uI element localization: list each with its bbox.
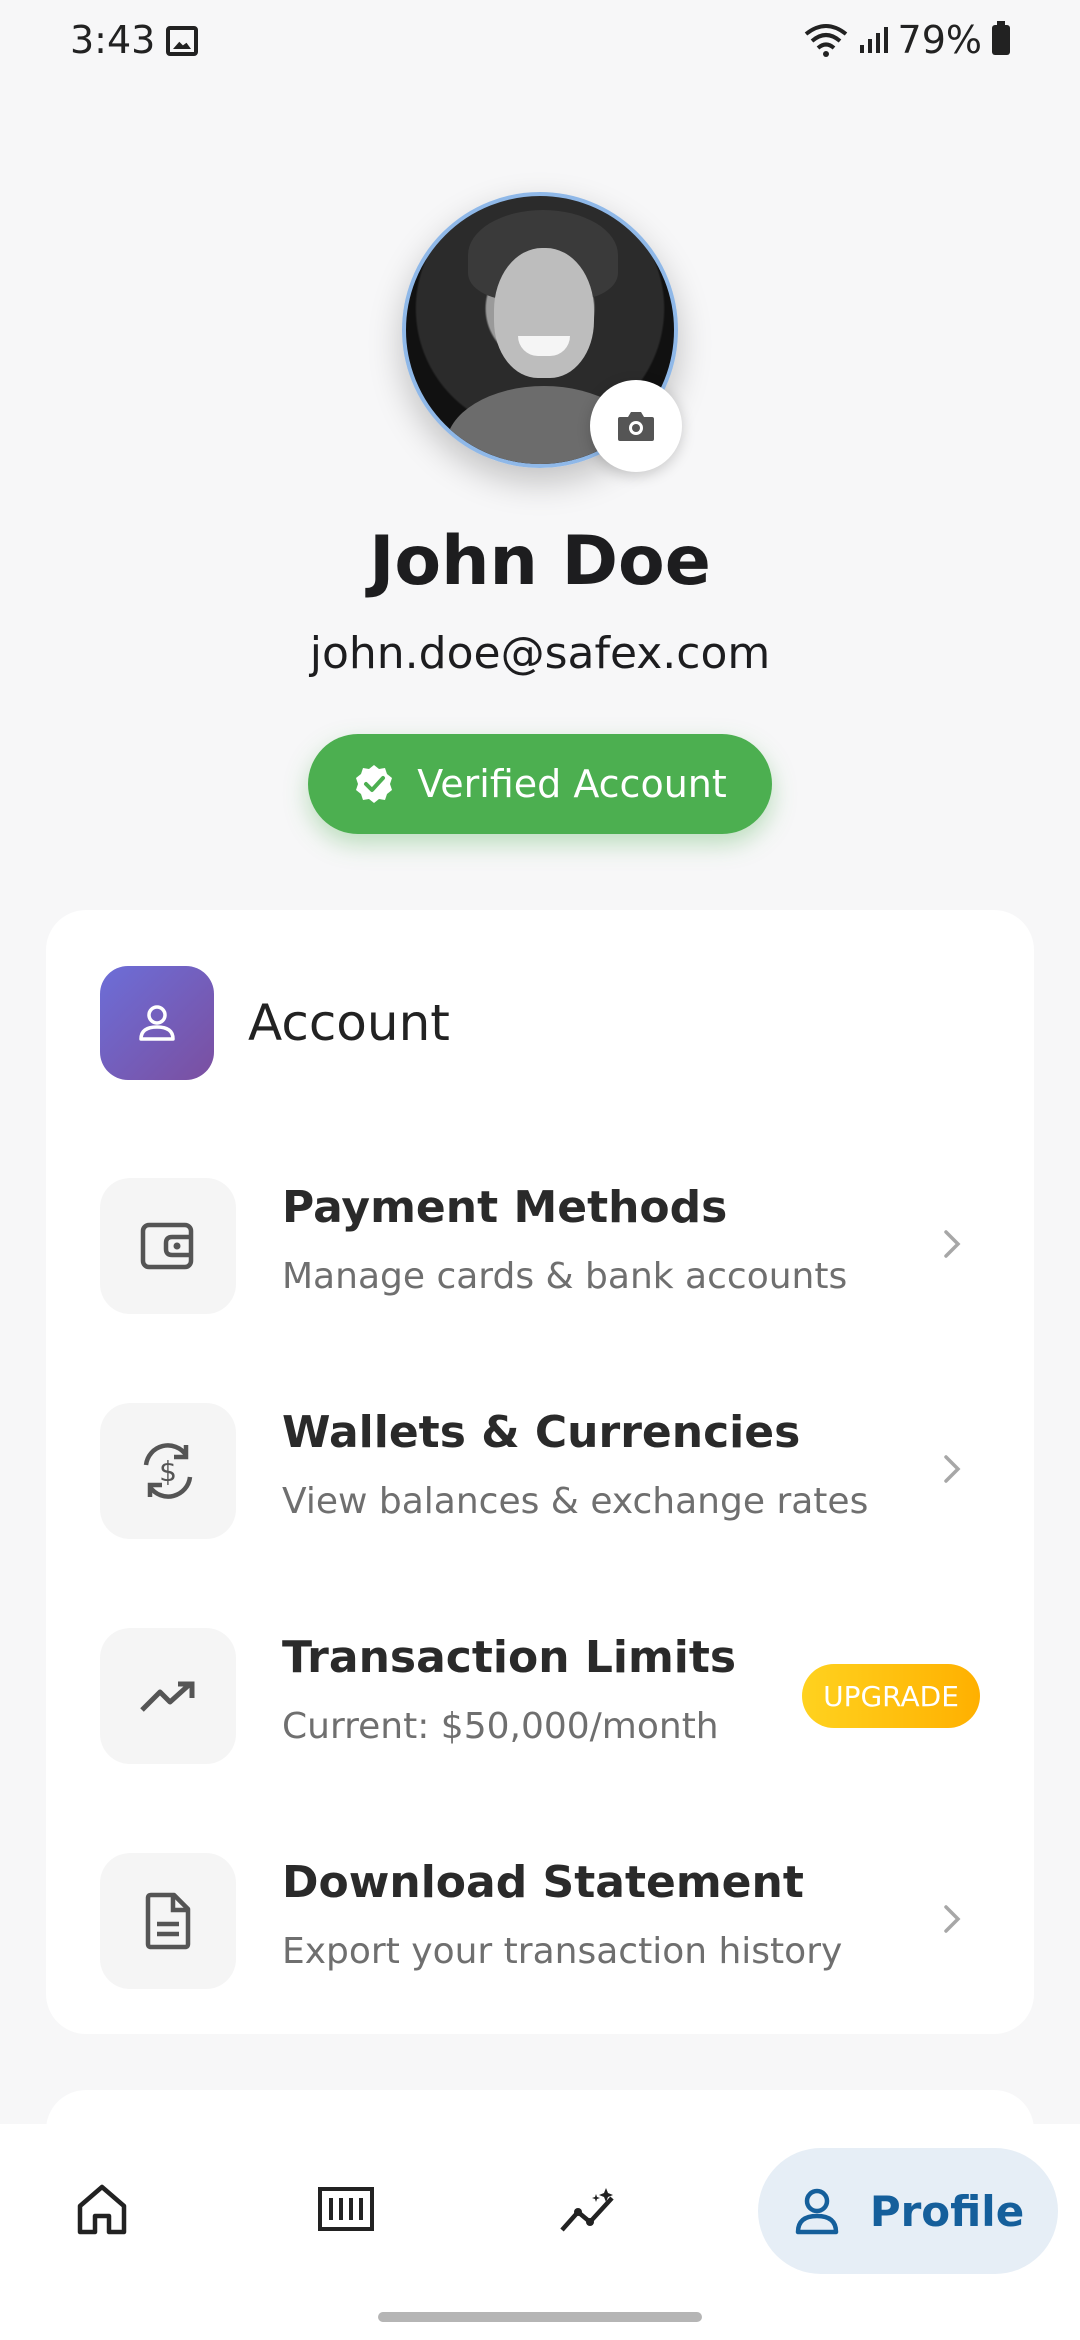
gallery-notification-icon: [166, 26, 198, 56]
nav-home[interactable]: [44, 2146, 160, 2272]
transactions-icon: [318, 2187, 374, 2231]
battery-percent: 79%: [897, 18, 982, 62]
analytics-icon: [560, 2188, 614, 2232]
account-card: Account Payment Methods Manage cards & b…: [46, 910, 1034, 2034]
currency-exchange-icon: $: [143, 1443, 193, 1499]
row-subtitle: Current: $50,000/month: [282, 1706, 719, 1747]
row-title: Download Statement: [282, 1857, 804, 1908]
nav-analytics[interactable]: [532, 2146, 648, 2272]
profile-icon: [795, 2188, 839, 2235]
trending-up-icon: [140, 1681, 195, 1712]
verified-badge: Verified Account: [308, 734, 772, 834]
row-title: Transaction Limits: [282, 1632, 737, 1683]
wifi-icon: [804, 24, 847, 57]
change-photo-button[interactable]: [590, 380, 682, 472]
nav-transactions[interactable]: [288, 2146, 404, 2272]
wallet-icon: [140, 1222, 194, 1270]
bottom-navigation: Profile: [0, 2124, 1080, 2340]
home-icon: [77, 2184, 127, 2235]
chevron-right-icon: [932, 1899, 972, 1939]
verified-label: Verified Account: [417, 762, 727, 806]
row-icon-container: $: [100, 1403, 236, 1539]
payment-methods-item[interactable]: Payment Methods Manage cards & bank acco…: [100, 1178, 980, 1314]
account-header: Account: [100, 966, 450, 1080]
camera-icon: [618, 412, 654, 441]
transaction-limits-item[interactable]: Transaction Limits Current: $50,000/mont…: [100, 1628, 980, 1764]
profile-email: john.doe@safex.com: [309, 628, 771, 679]
status-bar: 3:43 79%: [0, 0, 1080, 84]
row-icon-container: [100, 1628, 236, 1764]
verified-check-icon: [356, 765, 393, 803]
nav-profile-label: Profile: [869, 2186, 1025, 2236]
row-title: Payment Methods: [282, 1182, 728, 1233]
chevron-right-icon: [932, 1449, 972, 1489]
row-icon-container: [100, 1178, 236, 1314]
row-subtitle: View balances & exchange rates: [282, 1481, 869, 1522]
account-section-icon: [100, 966, 214, 1080]
chevron-right-icon: [932, 1224, 972, 1264]
row-subtitle: Export your transaction history: [282, 1931, 843, 1972]
person-icon: [139, 1005, 175, 1041]
battery-icon: [992, 21, 1010, 55]
home-indicator[interactable]: [378, 2312, 702, 2322]
row-title: Wallets & Currencies: [282, 1407, 801, 1458]
document-icon: [145, 1892, 191, 1950]
nav-profile[interactable]: Profile: [758, 2148, 1058, 2274]
avatar-container: [402, 192, 682, 472]
svg-text:$: $: [159, 1455, 177, 1488]
row-icon-container: [100, 1853, 236, 1989]
profile-name: John Doe: [369, 522, 711, 601]
status-indicators: 79%: [804, 18, 1010, 62]
wallets-currencies-item[interactable]: $ Wallets & Currencies View balances & e…: [100, 1403, 980, 1539]
status-time: 3:43: [70, 18, 156, 62]
upgrade-button[interactable]: UPGRADE: [802, 1664, 980, 1728]
row-subtitle: Manage cards & bank accounts: [282, 1256, 848, 1297]
download-statement-item[interactable]: Download Statement Export your transacti…: [100, 1853, 980, 1989]
signal-icon: [859, 27, 888, 53]
account-title: Account: [248, 994, 450, 1052]
